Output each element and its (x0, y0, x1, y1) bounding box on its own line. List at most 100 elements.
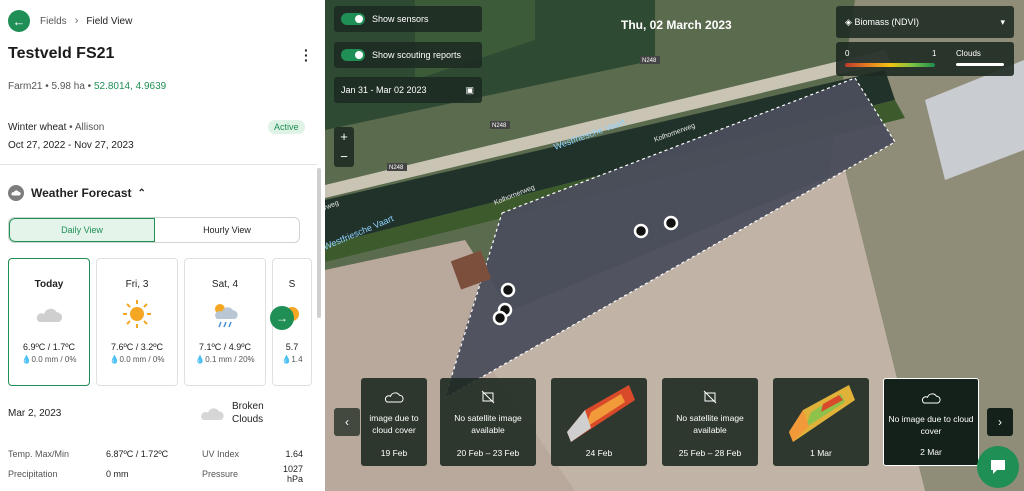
legend-min: 0 (845, 49, 850, 58)
stat-value: 1027 hPa (282, 464, 303, 484)
crop-variety: Allison (74, 122, 105, 133)
show-scouting-label: Show scouting reports (372, 50, 462, 60)
condition-text: Broken Clouds (232, 401, 264, 425)
layers-icon: ◈ (845, 16, 852, 27)
next-arrow-icon[interactable]: → (270, 306, 294, 330)
forecast-day: S (288, 279, 296, 290)
stat-value: 0 mm (106, 469, 129, 479)
show-sensors-label: Show sensors (372, 14, 429, 24)
timeline-prev-button[interactable]: ‹ (334, 408, 360, 436)
show-sensors-toggle[interactable]: Show sensors (334, 6, 482, 32)
forecast-rain: 💧0.0 mm / 0% (21, 355, 77, 364)
timeline-card[interactable]: 24 Feb (551, 378, 647, 466)
season-dates: Oct 27, 2022 - Nov 27, 2023 (8, 140, 134, 151)
forecast-day: Sat, 4 (211, 279, 239, 290)
chat-icon (991, 460, 1005, 474)
calendar-icon[interactable]: ▣ (465, 85, 474, 96)
weather-forecast-title: Weather Forecast (31, 186, 132, 200)
timeline-card[interactable]: No satellite image available 25 Feb – 28… (662, 378, 758, 466)
satellite-map[interactable]: N248 N248 N248 Westfriesche Vaart Westfr… (325, 0, 1024, 491)
clouds-swatch (956, 63, 1004, 66)
field-panel: ← Fields › Field View Testveld FS21 · · · … (0, 0, 322, 491)
stat-label: Precipitation (8, 469, 58, 479)
road-label: N248 (642, 58, 657, 64)
forecast-card[interactable]: Sat, 4 7.1ºC / 4.9ºC 💧0.1 mm / 20% (184, 258, 266, 386)
back-arrow-icon[interactable]: ← (8, 10, 30, 32)
timeline-message: No image due to cloud cover (888, 414, 974, 436)
stat-value: 1.64 (285, 449, 303, 459)
timeline-date: 25 Feb – 28 Feb (678, 448, 742, 458)
rain-icon (185, 300, 265, 328)
field-title: Testveld FS21 (8, 45, 115, 62)
forecast-temp: 6.9ºC / 1.7ºC (22, 342, 76, 352)
ndvi-thumbnail (567, 385, 635, 442)
scrollbar[interactable] (317, 168, 321, 318)
stat-value: 6.87ºC / 1.72ºC (106, 449, 169, 459)
chevron-up-icon[interactable]: ⌃ (137, 188, 145, 199)
legend-clouds: Clouds (956, 49, 981, 58)
timeline-card[interactable]: 1 Mar (773, 378, 869, 466)
weather-stats: Temp. Max/Min 6.87ºC / 1.72ºC UV Index 1… (8, 444, 303, 484)
timeline-date: 19 Feb (380, 448, 408, 458)
stat-label: UV Index (202, 449, 240, 459)
more-options-icon[interactable]: · · · (304, 43, 309, 67)
date-range-picker[interactable]: Jan 31 - Mar 02 2023 ▣ (334, 77, 482, 103)
no-image-icon (440, 390, 536, 404)
status-badge: Active (268, 120, 305, 134)
forecast-rain: 💧1.4 (281, 355, 303, 364)
cloud-icon (201, 408, 224, 420)
timeline-card[interactable]: No satellite image available 20 Feb – 23… (440, 378, 536, 466)
ndvi-gradient (845, 63, 935, 67)
forecast-rain: 💧0.1 mm / 20% (195, 355, 255, 364)
timeline-date: 20 Feb – 23 Feb (456, 448, 520, 458)
crop-info: Winter wheat • Allison (8, 122, 105, 133)
stat-label: Pressure (202, 469, 239, 479)
tab-hourly-view[interactable]: Hourly View (155, 218, 299, 242)
legend-max: 1 (932, 49, 937, 58)
field-meta: Farm21 • 5.98 ha • 52.8014, 4.9639 (8, 81, 167, 92)
field-area: 5.98 ha (51, 81, 85, 92)
dropdown-caret-icon[interactable]: ▾ (1000, 17, 1005, 28)
timeline-message: No satellite image available (676, 413, 744, 435)
forecast-rain: 💧0.0 mm / 0% (109, 355, 165, 364)
toggle-switch[interactable] (341, 49, 365, 61)
forecast-cards: Today 6.9ºC / 1.7ºC 💧0.0 mm / 0% Fri, 3 … (8, 258, 312, 386)
zoom-out-button[interactable]: − (334, 147, 354, 167)
layer-select-value: Biomass (NDVI) (854, 16, 919, 27)
timeline-card-selected[interactable]: No image due to cloud cover 2 Mar (883, 378, 979, 466)
forecast-day: Today (34, 279, 64, 290)
map-current-date: Thu, 02 March 2023 (621, 18, 732, 32)
chevron-right-icon: › (74, 15, 79, 27)
timeline-card[interactable]: image due to cloud cover 19 Feb (361, 378, 427, 466)
ndvi-thumbnail (789, 385, 855, 442)
timeline-message: No satellite image available (454, 413, 522, 435)
no-image-icon (662, 390, 758, 404)
breadcrumb: ← Fields › Field View (8, 10, 132, 32)
forecast-card[interactable]: Fri, 3 7.6ºC / 3.2ºC 💧0.0 mm / 0% (96, 258, 178, 386)
zoom-control: + − (334, 127, 354, 167)
forecast-day: Fri, 3 (125, 279, 149, 290)
cloud-icon (361, 390, 427, 404)
toggle-switch[interactable] (341, 13, 365, 25)
zoom-in-button[interactable]: + (334, 127, 354, 147)
ndvi-legend: 0 1 Clouds (836, 42, 1014, 76)
tab-daily-view[interactable]: Daily View (9, 218, 155, 242)
crop-name: Winter wheat (8, 122, 67, 133)
cloud-icon (884, 391, 978, 405)
road-label: N248 (492, 123, 507, 129)
show-scouting-toggle[interactable]: Show scouting reports (334, 42, 482, 68)
selected-date: Mar 2, 2023 (8, 408, 62, 419)
timeline-next-button[interactable]: › (987, 408, 1013, 436)
layer-select[interactable]: ◈ Biomass (NDVI) ▾ (836, 6, 1014, 38)
field-coords[interactable]: 52.8014, 4.9639 (94, 81, 166, 92)
chat-button[interactable] (977, 446, 1019, 488)
timeline-date: 1 Mar (810, 448, 832, 458)
forecast-card[interactable]: Today 6.9ºC / 1.7ºC 💧0.0 mm / 0% (8, 258, 90, 386)
timeline-message: image due to cloud cover (369, 413, 419, 435)
farm-name: Farm21 (8, 81, 43, 92)
forecast-temp: 7.1ºC / 4.9ºC (198, 342, 252, 352)
view-toggle: Daily View Hourly View (8, 217, 300, 243)
weather-forecast-header[interactable]: Weather Forecast ⌃ (8, 185, 146, 201)
cloud-icon (8, 185, 24, 201)
breadcrumb-fields[interactable]: Fields (40, 16, 67, 27)
